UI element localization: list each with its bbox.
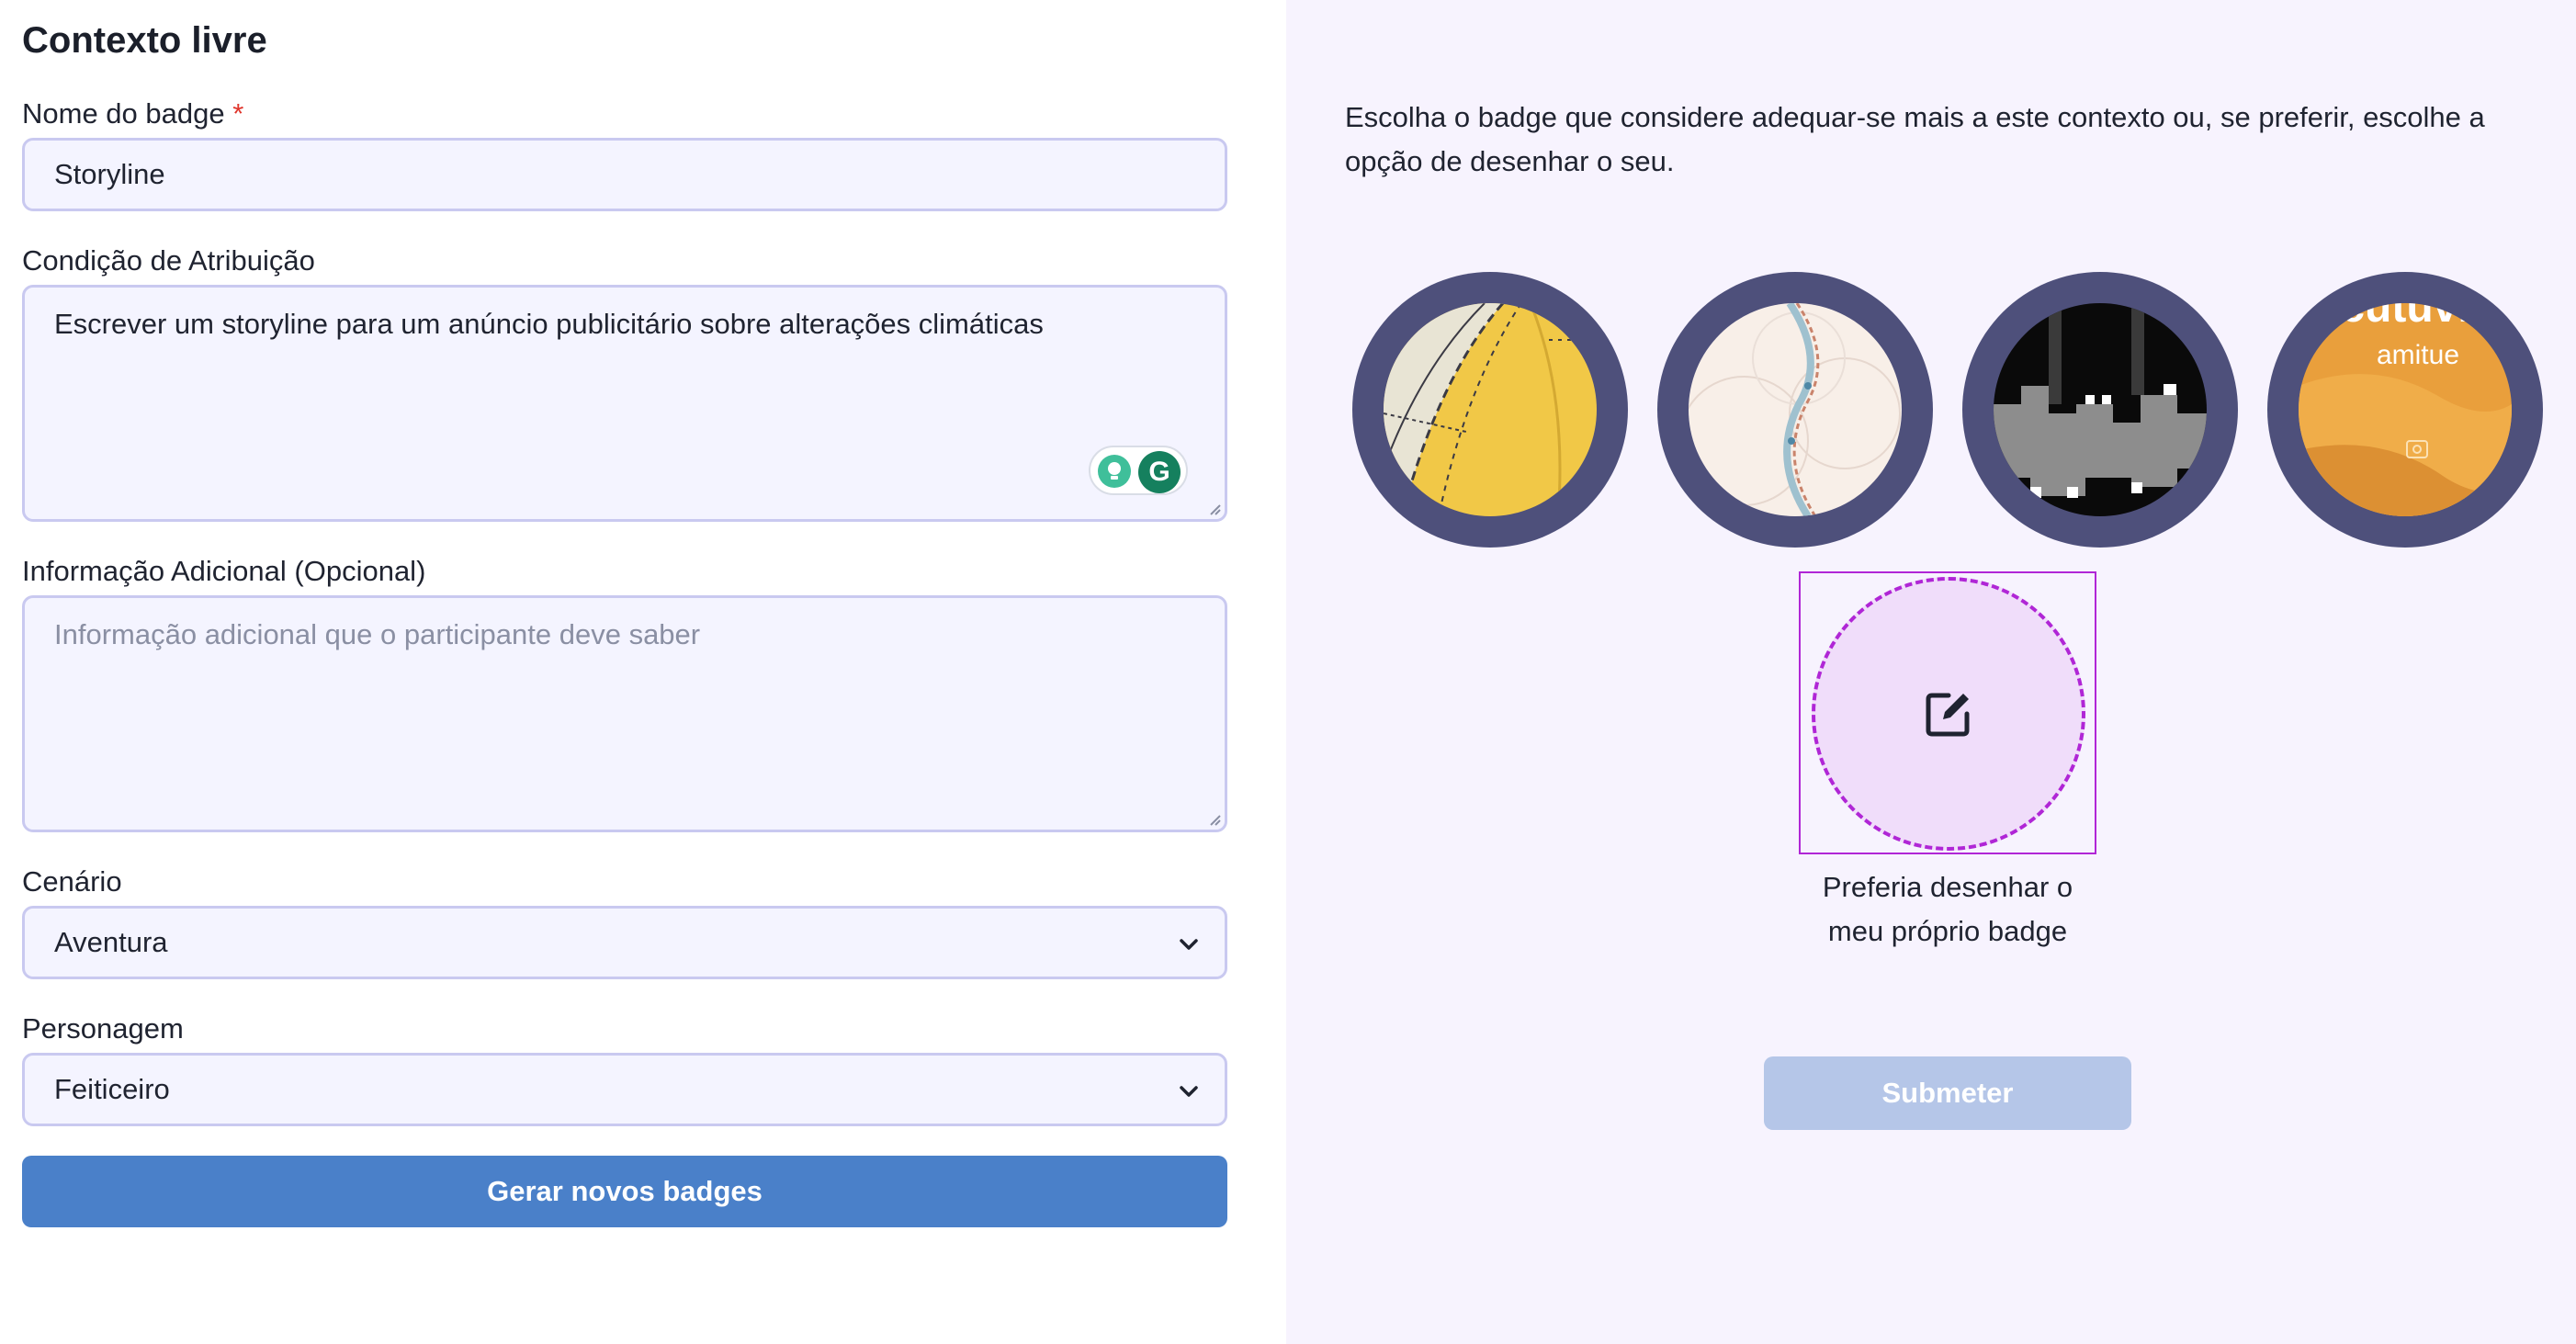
badge-name-input[interactable]: Storyline — [22, 138, 1227, 211]
grammarly-icon[interactable]: G — [1138, 451, 1181, 493]
badge-text-small: amitue — [2377, 340, 2459, 370]
scenario-select[interactable]: Aventura — [22, 906, 1227, 979]
badge-name-label: Nome do badge * — [22, 97, 243, 130]
badge-image-yellow-map — [1384, 303, 1597, 516]
extra-info-placeholder: Informação adicional que o participante … — [54, 618, 701, 650]
submit-button[interactable]: Submeter — [1764, 1056, 2131, 1130]
generate-badges-button[interactable]: Gerar novos badges — [22, 1156, 1227, 1227]
character-select[interactable]: Feiticeiro — [22, 1053, 1227, 1126]
condition-label: Condição de Atribuição — [22, 244, 315, 277]
badge-image-pixel-city — [1994, 303, 2207, 516]
scenario-value: Aventura — [54, 926, 168, 958]
badge-form-panel: Contexto livre Nome do badge * Storyline… — [0, 0, 1286, 1344]
draw-own-badge-caption: Preferia desenhar o meu próprio badge — [1764, 865, 2131, 954]
resize-handle-icon[interactable] — [1206, 811, 1221, 826]
form-title: Contexto livre — [22, 20, 267, 61]
badge-option-route-map[interactable] — [1657, 272, 1933, 548]
condition-value: Escrever um storyline para um anúncio pu… — [54, 308, 1044, 340]
edit-icon — [1926, 693, 1970, 737]
required-marker: * — [232, 97, 244, 130]
condition-textarea[interactable]: Escrever um storyline para um anúncio pu… — [22, 285, 1227, 522]
badge-name-value: Storyline — [54, 158, 165, 190]
selector-intro-text: Escolha o badge que considere adequar-se… — [1345, 101, 2485, 177]
resize-handle-icon[interactable] — [1206, 501, 1221, 515]
chevron-down-icon — [1180, 939, 1198, 950]
scenario-label: Cenário — [22, 865, 122, 898]
badge-selector-panel: Escolha o badge que considere adequar-se… — [1286, 0, 2576, 1344]
draw-own-badge-circle[interactable] — [1812, 577, 2085, 851]
badge-option-pixel-city[interactable] — [1962, 272, 2238, 548]
badge-name-label-text: Nome do badge — [22, 97, 225, 130]
grammarly-widget[interactable]: G — [1089, 446, 1188, 495]
draw-caption-line2: meu próprio badge — [1827, 915, 2068, 947]
badge-image-orange-desert: cutuvi amitue — [2299, 303, 2512, 516]
extra-info-label: Informação Adicional (Opcional) — [22, 555, 426, 587]
lightbulb-icon[interactable] — [1098, 455, 1131, 488]
badge-text-large: cutuvi — [2340, 303, 2469, 332]
badge-option-yellow-map[interactable] — [1352, 272, 1628, 548]
extra-info-textarea[interactable]: Informação adicional que o participante … — [22, 595, 1227, 832]
character-value: Feiticeiro — [54, 1073, 170, 1105]
draw-own-badge-option[interactable] — [1799, 571, 2096, 854]
draw-caption-line1: Preferia desenhar o — [1822, 871, 2073, 903]
character-label: Personagem — [22, 1012, 184, 1045]
chevron-down-icon — [1180, 1086, 1198, 1097]
badge-image-route-map — [1689, 303, 1902, 516]
badge-option-orange-desert[interactable]: cutuvi amitue — [2267, 272, 2543, 548]
